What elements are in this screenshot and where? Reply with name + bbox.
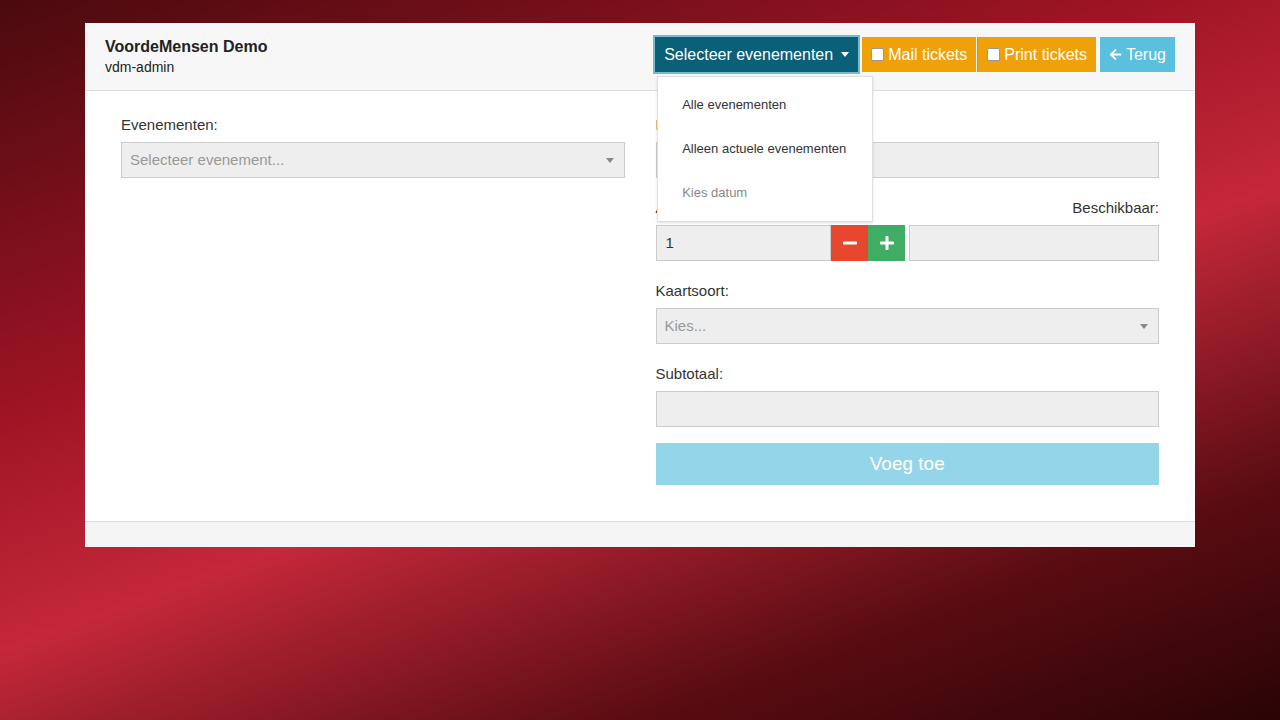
- minus-icon: [842, 235, 858, 251]
- panel-footer: [85, 521, 1195, 547]
- increment-button[interactable]: [868, 225, 905, 261]
- panel-body: Evenementen:Selecteer evenement...PrijAa…: [85, 91, 1195, 521]
- quantity-field[interactable]: 1: [656, 225, 832, 261]
- brand: VoordeMensen Demovdm-admin: [105, 37, 267, 77]
- events-dropdown: Selecteer evenementenAlle evenementenAll…: [655, 37, 858, 72]
- caret-down-icon: [1140, 324, 1148, 329]
- mail-tickets-button[interactable]: Mail tickets: [862, 37, 976, 72]
- left-column: Evenementen: Selecteer evenement...: [121, 115, 625, 485]
- subtotal-field[interactable]: [656, 391, 1160, 427]
- subtotal-group: Subtotaal:: [656, 364, 1160, 427]
- back-button[interactable]: Terug: [1100, 37, 1175, 72]
- page: VoordeMensen Demovdm-admin Selecteer even…: [0, 0, 1280, 720]
- ticket-type-group: Kaartsoort: Kies...: [656, 281, 1160, 344]
- brand-subtitle: vdm-admin: [105, 57, 267, 77]
- events-menu: Alle evenementenAlleen actuele evenement…: [657, 76, 873, 222]
- panel: VoordeMensen Demovdm-admin Selecteer even…: [85, 23, 1195, 547]
- available-label: Beschikbaar:: [909, 198, 1159, 218]
- events-label: Evenementen:: [121, 115, 625, 135]
- print-tickets-button[interactable]: Print tickets: [977, 37, 1096, 72]
- select-events-button[interactable]: Selecteer evenementen: [655, 37, 858, 72]
- ticket-type-label: Kaartsoort:: [656, 281, 1160, 301]
- mail-tickets-checkbox[interactable]: [871, 48, 884, 61]
- menu-item: Kies datum: [658, 171, 872, 215]
- decrement-button[interactable]: [831, 225, 868, 261]
- arrow-left-icon: [1109, 48, 1122, 61]
- subtotal-label: Subtotaal:: [656, 364, 1160, 384]
- print-tickets-checkbox[interactable]: [987, 48, 1000, 61]
- plus-icon: [879, 235, 895, 251]
- ticket-type-select[interactable]: Kies...: [656, 308, 1160, 344]
- quantity-control: 1: [656, 225, 906, 261]
- toolbar: Selecteer evenementenAlle evenementenAll…: [655, 37, 1175, 72]
- menu-item[interactable]: Alle evenementen: [658, 83, 872, 127]
- add-button: Voeg toe: [656, 443, 1160, 485]
- select-placeholder: Kies...: [665, 315, 707, 338]
- available-field[interactable]: [909, 225, 1159, 261]
- brand-title: VoordeMensen Demo: [105, 37, 267, 57]
- events-select[interactable]: Selecteer evenement...: [121, 142, 625, 178]
- select-placeholder: Selecteer evenement...: [130, 149, 284, 172]
- panel-header: VoordeMensen Demovdm-admin Selecteer even…: [85, 23, 1195, 91]
- caret-down-icon: [841, 52, 849, 57]
- menu-item[interactable]: Alleen actuele evenementen: [658, 127, 872, 171]
- caret-down-icon: [606, 158, 614, 163]
